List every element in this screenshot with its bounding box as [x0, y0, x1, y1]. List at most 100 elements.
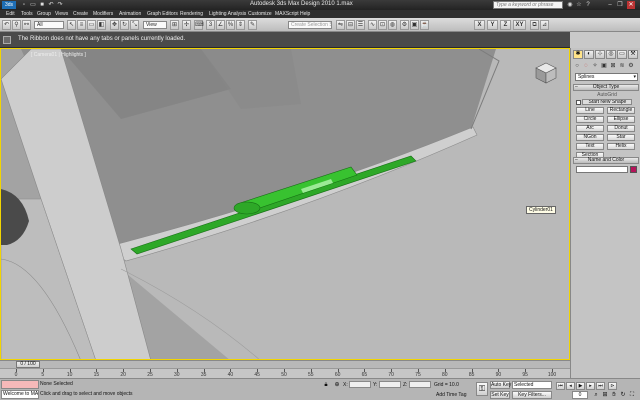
hierarchy-tab-icon[interactable]: ⊹ — [595, 50, 605, 59]
axis-constraint-icon[interactable]: ⧉ — [530, 20, 539, 30]
auto-key-button[interactable]: Auto Key — [490, 381, 511, 389]
axis-flyout-icon[interactable]: ⊿ — [540, 20, 549, 30]
object-color-swatch[interactable] — [630, 166, 637, 173]
scale-icon[interactable]: ⤡ — [130, 20, 139, 30]
zoom-icon[interactable]: ⌕ — [592, 391, 600, 399]
rect-selection-icon[interactable]: ▭ — [87, 20, 96, 30]
create-tab-icon[interactable]: ✱ — [573, 50, 583, 59]
ngon-button[interactable]: NGon — [576, 134, 604, 141]
schematic-view-icon[interactable]: ⊡ — [378, 20, 387, 30]
pan-icon[interactable]: ✋︎ — [610, 391, 618, 399]
previous-frame-icon[interactable]: ◂ — [566, 382, 575, 390]
angle-snap-icon[interactable]: ∠ — [216, 20, 225, 30]
systems-icon[interactable]: ⚙ — [627, 62, 635, 70]
menu-tools[interactable]: Tools — [21, 10, 33, 18]
render-production-icon[interactable]: ☕ — [420, 20, 429, 30]
menu-edit[interactable]: Edit — [6, 10, 15, 18]
maxscript-listener[interactable] — [1, 380, 39, 389]
keyboard-shortcut-icon[interactable]: ⌨ — [194, 20, 204, 30]
rotate-icon[interactable]: ↻ — [120, 20, 129, 30]
menu-modifiers[interactable]: Modifiers — [93, 10, 113, 18]
star-icon[interactable]: ☆ — [575, 1, 583, 9]
rendered-frame-icon[interactable]: ▣ — [410, 20, 419, 30]
object-type-rollout[interactable]: – Object Type — [573, 84, 639, 91]
menu-lighting-analysis[interactable]: Lighting Analysis — [209, 10, 246, 18]
cameras-icon[interactable]: ▣ — [600, 62, 608, 70]
menu-group[interactable]: Group — [37, 10, 51, 18]
lights-icon[interactable]: ✧ — [591, 62, 599, 70]
undo-icon[interactable]: ↶ — [47, 1, 55, 9]
manipulate-icon[interactable]: ✢ — [182, 20, 191, 30]
motion-tab-icon[interactable]: ◎ — [606, 50, 616, 59]
viewport-scene[interactable] — [1, 49, 570, 360]
material-editor-icon[interactable]: ◍ — [388, 20, 397, 30]
key-filters-button[interactable]: Key Filters... — [512, 391, 552, 399]
axis-x-button[interactable]: X — [474, 20, 485, 30]
menu-customize[interactable]: Customize — [248, 10, 272, 18]
autogrid-row[interactable]: AutoGrid — [576, 92, 638, 99]
help-icon[interactable]: ? — [584, 1, 592, 9]
mirror-icon[interactable]: ⇋ — [336, 20, 345, 30]
maxscript-mini-listener[interactable]: Welcome to MAX — [1, 390, 39, 399]
x-coordinate-field[interactable] — [349, 381, 371, 388]
ribbon-toggle-button[interactable] — [3, 36, 11, 44]
go-to-start-icon[interactable]: ⏮ — [556, 382, 565, 390]
select-by-name-icon[interactable]: ≡ — [77, 20, 86, 30]
menu-maxscript[interactable]: MAXScript — [275, 10, 299, 18]
wiper-pivot[interactable] — [233, 201, 261, 215]
select-object-icon[interactable]: ↖ — [67, 20, 76, 30]
help-search-input[interactable]: Type a keyword or phrase — [493, 1, 563, 9]
key-mode-dropdown[interactable]: Selected — [512, 381, 552, 389]
absolute-mode-icon[interactable]: ⊕ — [333, 381, 341, 389]
binoculars-icon[interactable]: ◉ — [566, 1, 574, 9]
y-coordinate-field[interactable] — [379, 381, 401, 388]
menu-rendering[interactable]: Rendering — [180, 10, 203, 18]
axis-y-button[interactable]: Y — [487, 20, 498, 30]
redo-icon[interactable]: ↷ — [56, 1, 64, 9]
rectangle-button[interactable]: Rectangle — [607, 107, 635, 114]
star-button[interactable]: Star — [607, 134, 635, 141]
display-tab-icon[interactable]: ▭ — [617, 50, 627, 59]
ellipse-button[interactable]: Ellipse — [607, 116, 635, 123]
space-warps-icon[interactable]: ≋ — [618, 62, 626, 70]
viewcube-icon[interactable] — [534, 61, 558, 85]
menu-views[interactable]: Views — [55, 10, 68, 18]
menu-animation[interactable]: Animation — [119, 10, 141, 18]
move-icon[interactable]: ✥ — [110, 20, 119, 30]
new-file-icon[interactable]: ▫ — [20, 1, 28, 9]
close-icon[interactable]: ✕ — [627, 1, 635, 9]
name-color-rollout[interactable]: – Name and Color — [573, 157, 639, 164]
time-slider[interactable]: 0 / 100 — [0, 360, 570, 368]
camera-viewport[interactable]: [ Camera01 | Highlights ] Cylinder01 — [0, 48, 570, 360]
helix-button[interactable]: Helix — [607, 143, 635, 150]
lock-selection-icon[interactable]: 🔒︎ — [322, 381, 330, 389]
layer-manager-icon[interactable]: ☰ — [356, 20, 365, 30]
utilities-tab-icon[interactable]: ⚒ — [628, 50, 638, 59]
align-icon[interactable]: ⊟ — [346, 20, 355, 30]
save-file-icon[interactable]: ■ — [38, 1, 46, 9]
zoom-all-icon[interactable]: ⊞ — [601, 391, 609, 399]
start-new-shape-checkbox[interactable] — [576, 99, 581, 105]
viewport-label[interactable]: [ Camera01 | Highlights ] — [31, 52, 86, 58]
helpers-icon[interactable]: ⊠ — [609, 62, 617, 70]
maximize-viewport-icon[interactable]: ⛶ — [628, 391, 636, 399]
named-selection-set-dropdown[interactable]: Create Selection Se — [288, 21, 332, 29]
selection-filter-dropdown[interactable]: All — [34, 21, 64, 29]
minimize-icon[interactable]: – — [606, 1, 614, 9]
start-new-shape-row[interactable]: Start New Shape — [576, 99, 638, 106]
pivot-center-icon[interactable]: ⊞ — [170, 20, 179, 30]
snaps-toggle-icon[interactable]: 3 — [206, 20, 215, 30]
app-logo[interactable]: 3ds — [2, 1, 16, 9]
current-frame-field[interactable]: 0 — [572, 391, 588, 399]
render-setup-icon[interactable]: ⚙ — [400, 20, 409, 30]
object-name-input[interactable] — [576, 166, 628, 173]
set-key-button[interactable]: Set Key — [490, 391, 510, 399]
key-mode-toggle-icon[interactable]: ⊳ — [608, 382, 617, 390]
axis-z-button[interactable]: Z — [500, 20, 511, 30]
set-key-icon[interactable]: ⚿ — [476, 382, 488, 396]
menu-help[interactable]: Help — [300, 10, 310, 18]
time-slider-thumb[interactable]: 0 / 100 — [16, 361, 40, 368]
reference-coordinate-dropdown[interactable]: View — [143, 21, 167, 29]
edit-named-selection-icon[interactable]: ✎ — [248, 20, 257, 30]
line-button[interactable]: Line — [576, 107, 604, 114]
